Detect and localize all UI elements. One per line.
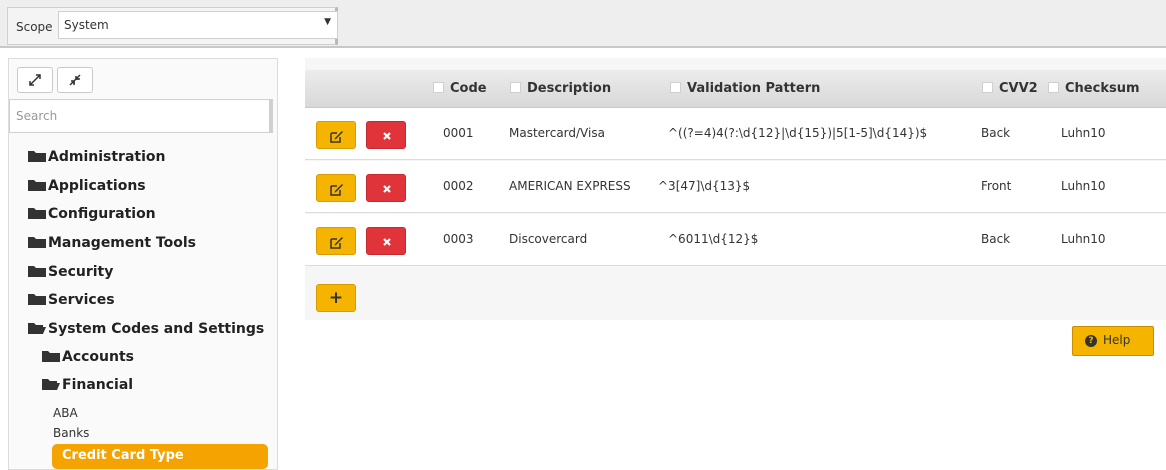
delete-button[interactable] (366, 121, 406, 149)
column-header-label: Code (450, 81, 487, 96)
edit-icon (330, 131, 343, 143)
tree-folder-label: Applications (48, 178, 146, 194)
tree-folder-management-tools[interactable]: Management Tools (28, 232, 196, 254)
tree-folder-configuration[interactable]: Configuration (28, 203, 156, 225)
cell-description: Discovercard (509, 232, 588, 246)
tree-folder-administration[interactable]: Administration (28, 146, 165, 168)
folder-icon (28, 237, 46, 248)
tree-leaf-selected-label: Credit Card Type (62, 448, 184, 463)
column-header-code[interactable]: Code (433, 81, 487, 97)
tree-folder-label: Management Tools (48, 235, 196, 251)
tree-folder-security[interactable]: Security (28, 261, 113, 283)
column-header-label: CVV2 (999, 81, 1038, 96)
cell-checksum: Luhn10 (1061, 232, 1106, 246)
cell-cvv2: Back (981, 126, 1011, 140)
delete-button[interactable] (366, 227, 406, 255)
collapse-icon (69, 73, 81, 86)
cell-description: AMERICAN EXPRESS (509, 179, 631, 193)
tree-leaf-banks[interactable]: Banks (53, 424, 89, 442)
folder-icon (28, 208, 46, 219)
tree-folder-label: Security (48, 264, 114, 280)
cell-cvv2: Front (981, 179, 1012, 193)
cell-validation-pattern: ^((?=4)4(?:\d{12}|\d{15})|5[1-5]\d{14})$ (668, 126, 928, 140)
folder-icon (28, 294, 46, 305)
chevron-down-icon: ▼ (324, 17, 331, 27)
tree-folder-label: Configuration (48, 206, 156, 222)
column-filter-checkbox[interactable] (433, 82, 444, 93)
close-icon (383, 238, 391, 246)
column-header-label: Description (527, 81, 612, 96)
edit-button[interactable] (316, 121, 356, 149)
help-button[interactable]: ? Help (1072, 326, 1154, 356)
scope-container: Scope System ▼ (7, 7, 338, 45)
folder-open-icon (42, 379, 60, 390)
edit-button[interactable] (316, 227, 356, 255)
tree-folder-financial[interactable]: Financial (42, 374, 133, 396)
column-header-cvv2[interactable]: CVV2 (982, 81, 1038, 97)
folder-open-icon (28, 323, 46, 334)
column-filter-checkbox[interactable] (1048, 82, 1059, 93)
folder-icon (28, 266, 46, 277)
expand-all-button[interactable] (17, 67, 53, 93)
search-input[interactable] (9, 99, 273, 133)
column-header-description[interactable]: Description (510, 81, 611, 97)
cell-code: 0001 (443, 126, 474, 140)
folder-icon (42, 351, 60, 362)
help-label: Help (1103, 333, 1131, 347)
column-header-checksum[interactable]: Checksum (1048, 81, 1140, 97)
column-header-label: Checksum (1065, 81, 1140, 96)
scope-select[interactable]: System ▼ (58, 11, 338, 39)
cell-code: 0003 (443, 232, 474, 246)
edit-icon (330, 184, 343, 196)
column-filter-checkbox[interactable] (510, 82, 521, 93)
tree-folder-system-codes[interactable]: System Codes and Settings (28, 318, 264, 340)
tree-folder-applications[interactable]: Applications (28, 175, 146, 197)
tree-folder-label: Administration (48, 149, 166, 165)
cell-validation-pattern: ^3[47]\d{13}$ (658, 179, 751, 193)
tree-folder-label: System Codes and Settings (48, 321, 265, 337)
tree-folder-label: Accounts (62, 349, 135, 365)
cell-validation-pattern: ^6011\d{12}$ (668, 232, 759, 246)
scope-bar: Scope System ▼ (0, 0, 1166, 48)
edit-icon (330, 237, 343, 249)
collapse-all-button[interactable] (57, 67, 93, 93)
folder-icon (28, 151, 46, 162)
column-header-validation-pattern[interactable]: Validation Pattern (670, 81, 820, 97)
cell-cvv2: Back (981, 232, 1011, 246)
cell-checksum: Luhn10 (1061, 179, 1106, 193)
expand-icon (29, 73, 41, 86)
scope-value: System (64, 18, 109, 32)
edit-button[interactable] (316, 174, 356, 202)
tree-leaf-aba[interactable]: ABA (53, 404, 78, 422)
cell-description: Mastercard/Visa (509, 126, 605, 140)
cell-checksum: Luhn10 (1061, 126, 1106, 140)
column-header-label: Validation Pattern (687, 81, 821, 96)
column-filter-checkbox[interactable] (982, 82, 993, 93)
close-icon (383, 132, 391, 140)
question-circle-icon: ? (1085, 335, 1097, 347)
scope-label: Scope (16, 20, 53, 34)
cell-code: 0002 (443, 179, 474, 193)
tree-folder-services[interactable]: Services (28, 289, 115, 311)
tree-folder-label: Financial (62, 377, 134, 393)
delete-button[interactable] (366, 174, 406, 202)
folder-icon (28, 180, 46, 191)
column-filter-checkbox[interactable] (670, 82, 681, 93)
add-button[interactable]: + (316, 284, 356, 312)
close-icon (383, 185, 391, 193)
tree-folder-accounts[interactable]: Accounts (42, 346, 134, 368)
tree-folder-label: Services (48, 292, 115, 308)
